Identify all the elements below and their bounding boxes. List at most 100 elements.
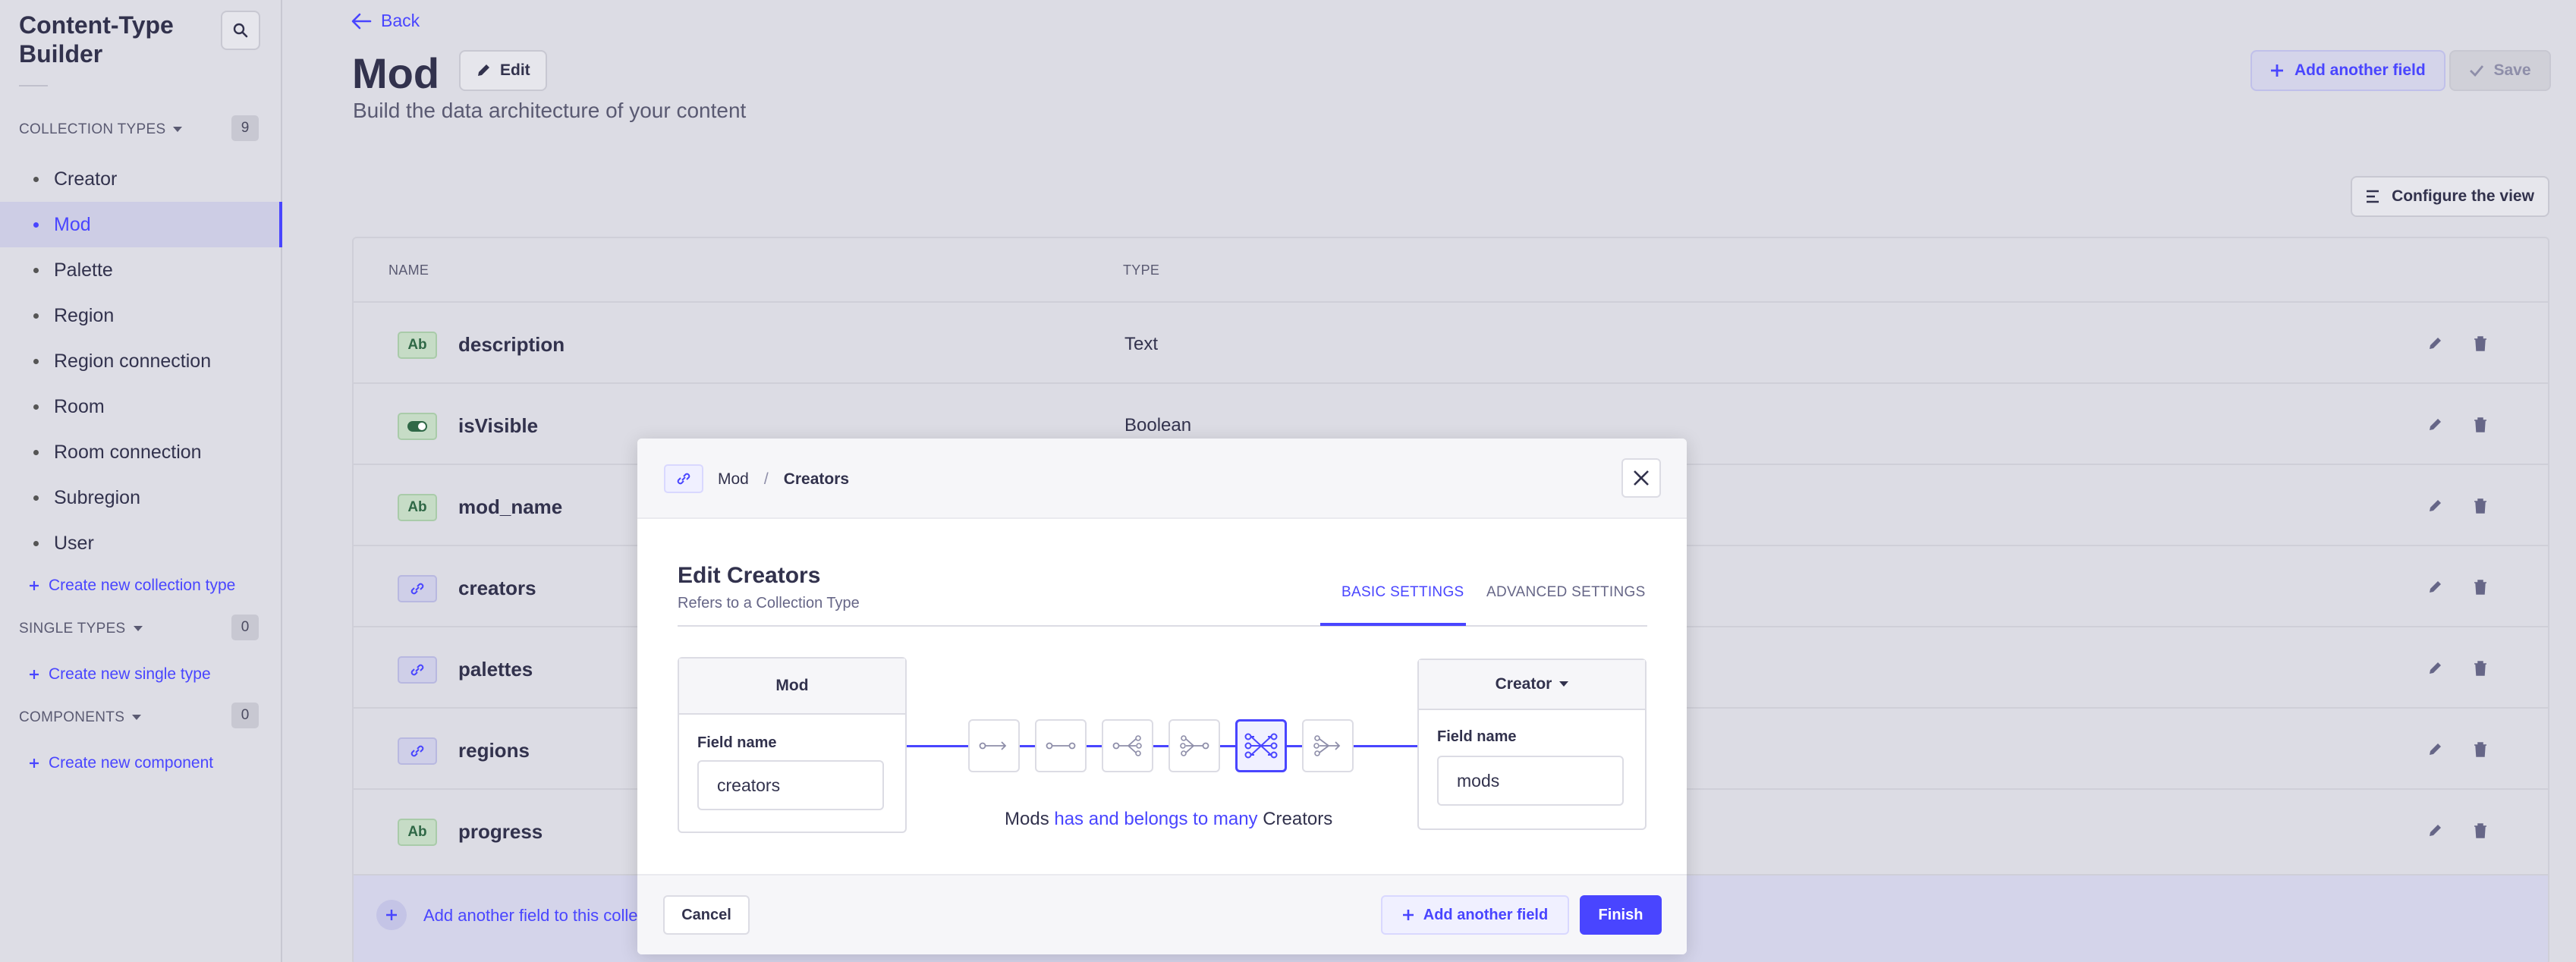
pencil-icon[interactable] <box>2427 580 2442 595</box>
relation-one-to-one-button[interactable] <box>1035 719 1087 772</box>
sidebar-item-label: Room connection <box>54 441 202 463</box>
sidebar-item-region[interactable]: Region <box>0 293 282 338</box>
target-content-type-select[interactable]: Creator <box>1419 660 1645 710</box>
modal-title: Edit Creators <box>678 563 821 588</box>
text-icon: Ab <box>398 819 437 846</box>
source-content-type-name: Mod <box>679 659 905 715</box>
field-name: mod_name <box>458 495 563 518</box>
add-another-field-label: Add another field <box>2294 61 2426 79</box>
sidebar: Content-Type Builder COLLECTION TYPES 9 … <box>0 0 282 962</box>
target-content-type-box: Creator Field name mods <box>1417 659 1647 830</box>
target-field-name-input[interactable]: mods <box>1437 756 1624 806</box>
relation-one-to-many-button[interactable] <box>1102 719 1153 772</box>
cancel-button[interactable]: Cancel <box>663 895 750 935</box>
page-subtitle: Build the data architecture of your cont… <box>353 99 747 122</box>
bullet-icon <box>33 540 39 546</box>
trash-icon[interactable] <box>2474 661 2487 676</box>
trash-icon[interactable] <box>2474 417 2487 432</box>
trash-icon[interactable] <box>2474 580 2487 595</box>
tab-advanced-settings[interactable]: ADVANCED SETTINGS <box>1486 584 1646 601</box>
one-to-one-icon <box>1046 742 1076 750</box>
relation-many-to-one-button[interactable] <box>1168 719 1220 772</box>
sidebar-item-room-connection[interactable]: Room connection <box>0 429 282 475</box>
configure-view-button[interactable]: Configure the view <box>2351 176 2549 217</box>
collection-types-toggle[interactable]: COLLECTION TYPES <box>19 121 183 138</box>
trash-icon[interactable] <box>2474 336 2487 351</box>
relation-target-label: Creators <box>1263 809 1333 829</box>
single-types-count: 0 <box>231 615 259 640</box>
pencil-icon[interactable] <box>2427 742 2442 757</box>
sidebar-item-creator[interactable]: Creator <box>0 156 282 202</box>
create-component-link[interactable]: Create new component <box>29 754 213 772</box>
pencil-icon[interactable] <box>2427 661 2442 676</box>
pencil-icon[interactable] <box>2427 498 2442 514</box>
bullet-icon <box>33 267 39 273</box>
bullet-icon <box>33 404 39 410</box>
add-field-footer-label[interactable]: Add another field to this collec <box>423 906 646 926</box>
close-button[interactable] <box>1621 458 1661 498</box>
sidebar-item-palette[interactable]: Palette <box>0 247 282 293</box>
trash-icon[interactable] <box>2474 498 2487 514</box>
single-types-toggle[interactable]: SINGLE TYPES <box>19 621 143 637</box>
add-another-field-button[interactable]: Add another field <box>2250 50 2445 91</box>
field-name: creators <box>458 577 536 599</box>
tab-basic-settings[interactable]: BASIC SETTINGS <box>1341 584 1464 601</box>
sidebar-item-label: User <box>54 532 94 554</box>
search-icon <box>233 23 248 38</box>
field-name-label: Field name <box>1437 728 1517 745</box>
pencil-icon[interactable] <box>2427 336 2442 351</box>
pencil-icon[interactable] <box>2427 823 2442 838</box>
sidebar-item-label: Palette <box>54 259 113 281</box>
edit-button[interactable]: Edit <box>459 50 547 91</box>
text-icon: Ab <box>398 332 437 359</box>
configure-view-label: Configure the view <box>2392 187 2534 205</box>
modal-subtitle: Refers to a Collection Type <box>678 595 860 611</box>
modal-add-another-field-button[interactable]: Add another field <box>1381 895 1569 935</box>
edit-relation-modal: Mod / Creators Edit Creators Refers to a… <box>637 439 1687 954</box>
relation-one-way-button[interactable] <box>968 719 1020 772</box>
relation-many-way-button[interactable] <box>1302 719 1354 772</box>
sidebar-item-label: Region <box>54 304 115 326</box>
create-collection-type-link[interactable]: Create new collection type <box>29 577 235 595</box>
sidebar-item-user[interactable]: User <box>0 520 282 566</box>
trash-icon[interactable] <box>2474 742 2487 757</box>
relation-icon <box>664 464 703 493</box>
sidebar-item-subregion[interactable]: Subregion <box>0 475 282 520</box>
table-row: Ab description Text <box>354 301 2548 382</box>
search-button[interactable] <box>221 11 260 50</box>
relation-many-to-many-button[interactable] <box>1235 719 1287 772</box>
finish-button[interactable]: Finish <box>1580 895 1662 935</box>
back-label: Back <box>381 11 420 30</box>
arrow-left-icon <box>351 13 372 29</box>
breadcrumb-current: Creators <box>783 470 850 488</box>
bullet-icon <box>33 449 39 455</box>
many-to-one-icon <box>1180 735 1209 756</box>
components-count: 0 <box>231 703 259 728</box>
bullet-icon <box>33 495 39 501</box>
breadcrumb-parent: Mod <box>718 470 749 488</box>
save-button[interactable]: Save <box>2449 50 2551 91</box>
modal-add-another-field-label: Add another field <box>1423 906 1549 923</box>
edit-label: Edit <box>500 61 530 79</box>
close-icon <box>1634 470 1649 486</box>
bullet-icon <box>33 358 39 364</box>
sidebar-item-room[interactable]: Room <box>0 384 282 429</box>
caret-down-icon <box>1559 681 1569 687</box>
caret-down-icon <box>173 127 183 132</box>
pencil-icon[interactable] <box>2427 417 2442 432</box>
back-link[interactable]: Back <box>351 11 420 31</box>
plus-icon <box>30 670 39 679</box>
create-single-type-label: Create new single type <box>49 665 211 683</box>
plus-icon <box>2271 64 2283 77</box>
plus-circle-icon[interactable] <box>376 900 407 930</box>
sidebar-item-mod[interactable]: Mod <box>0 202 282 247</box>
source-field-name-input[interactable]: creators <box>697 760 884 810</box>
create-single-type-link[interactable]: Create new single type <box>29 665 211 684</box>
sidebar-item-label: Mod <box>54 213 91 235</box>
sidebar-item-label: Room <box>54 395 105 417</box>
target-content-type-name: Creator <box>1495 675 1552 693</box>
sidebar-item-region-connection[interactable]: Region connection <box>0 338 282 384</box>
trash-icon[interactable] <box>2474 823 2487 838</box>
components-toggle[interactable]: COMPONENTS <box>19 709 142 726</box>
bullet-icon <box>33 313 39 319</box>
